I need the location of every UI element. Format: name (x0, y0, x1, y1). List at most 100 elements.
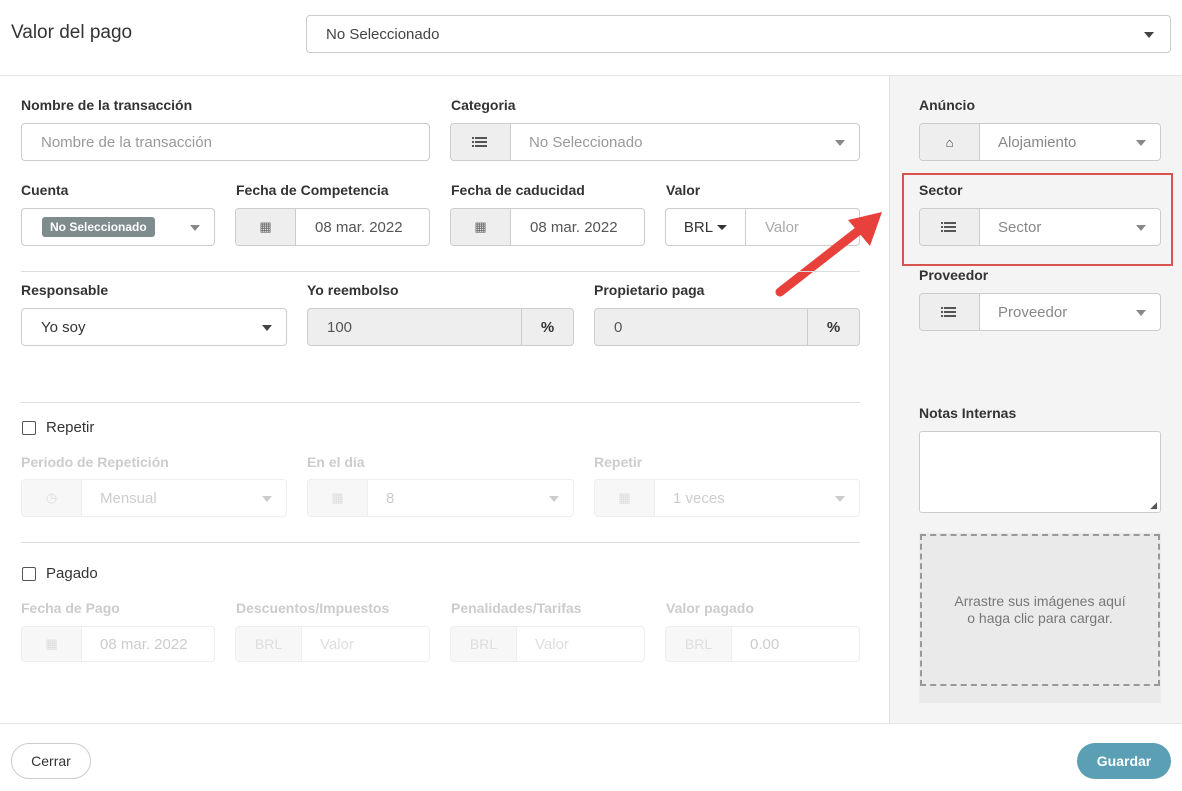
repetir-veces-label: Repetir (594, 454, 643, 470)
pagado-checkbox[interactable] (22, 566, 36, 581)
chevron-down-icon (835, 496, 845, 502)
anuncio-value: Alojamiento (998, 133, 1077, 151)
fecha-pago-value: 08 mar. 2022 (100, 635, 188, 653)
categoria-value: No Seleccionado (529, 133, 643, 151)
currency-addon: BRL (236, 627, 302, 661)
valor-pagado-input[interactable]: BRL 0.00 (665, 626, 860, 662)
anuncio-label: Anúncio (919, 97, 975, 113)
payment-value-select[interactable]: No Seleccionado (306, 15, 1171, 53)
cuenta-badge: No Seleccionado (42, 217, 155, 237)
sector-highlight-box (902, 173, 1173, 266)
responsable-select[interactable]: Yo soy (21, 308, 287, 346)
pagado-checkbox-row[interactable]: Pagado (22, 565, 98, 582)
anuncio-select[interactable]: ⌂ Alojamiento (919, 123, 1161, 161)
en-el-dia-value: 8 (386, 489, 395, 507)
periodo-value: Mensual (100, 489, 157, 507)
calendar-icon: ▦ (595, 480, 655, 516)
chevron-down-icon (262, 496, 272, 502)
chevron-down-icon (1136, 140, 1146, 146)
save-button[interactable]: Guardar (1077, 743, 1171, 779)
home-icon: ⌂ (920, 124, 980, 160)
cuenta-label: Cuenta (21, 182, 69, 198)
valor-pagado-value: 0.00 (750, 635, 780, 653)
notas-label: Notas Internas (919, 405, 1017, 421)
fecha-caducidad-input[interactable]: ▦ 08 mar. 2022 (450, 208, 645, 246)
proveedor-value: Proveedor (998, 303, 1068, 321)
descuentos-input[interactable]: BRL Valor (235, 626, 430, 662)
periodo-select[interactable]: ◷ Mensual (21, 479, 287, 517)
proveedor-select[interactable]: Proveedor (919, 293, 1161, 331)
propietario-paga-input[interactable]: 0 (595, 309, 807, 345)
calendar-icon: ▦ (236, 209, 296, 245)
chevron-down-icon (835, 140, 845, 146)
calendar-icon: ▦ (22, 627, 82, 661)
penalidades-input[interactable]: BRL Valor (450, 626, 645, 662)
page-title: Valor del pago (11, 22, 133, 43)
list-icon (451, 124, 511, 160)
propietario-paga-group: 0 % (594, 308, 860, 346)
dropzone-text: Arrastre sus imágenes aquí o haga clic p… (954, 593, 1126, 626)
fecha-pago-input[interactable]: ▦ 08 mar. 2022 (21, 626, 215, 662)
fecha-competencia-label: Fecha de Competencia (236, 182, 389, 198)
chevron-down-icon (190, 225, 200, 231)
section-divider (21, 542, 860, 543)
caret-down-icon (717, 224, 728, 230)
valor-pagado-label: Valor pagado (666, 600, 754, 616)
calendar-icon: ▦ (308, 480, 368, 516)
en-el-dia-label: En el día (307, 454, 365, 470)
chevron-down-icon (262, 325, 272, 331)
image-dropzone[interactable]: Arrastre sus imágenes aquí o haga clic p… (919, 533, 1161, 703)
repetir-checkbox[interactable] (22, 420, 36, 435)
chevron-down-icon (1144, 32, 1154, 38)
fecha-competencia-value: 08 mar. 2022 (315, 218, 403, 236)
repetir-veces-value: 1 veces (673, 489, 725, 507)
fecha-caducidad-label: Fecha de caducidad (451, 182, 585, 198)
percent-addon: % (521, 309, 573, 345)
currency-dropdown[interactable]: BRL (666, 209, 746, 245)
cuenta-select[interactable]: No Seleccionado (21, 208, 215, 246)
list-icon (920, 294, 980, 330)
repetir-veces-select[interactable]: ▦ 1 veces (594, 479, 860, 517)
fecha-competencia-input[interactable]: ▦ 08 mar. 2022 (235, 208, 430, 246)
responsable-label: Responsable (21, 282, 109, 298)
resize-handle-icon[interactable]: ◢ (1150, 500, 1157, 511)
fecha-pago-label: Fecha de Pago (21, 600, 120, 616)
penalidades-label: Penalidades/Tarifas (451, 600, 582, 616)
repetir-label: Repetir (46, 419, 95, 436)
percent-addon: % (807, 309, 859, 345)
currency-addon: BRL (451, 627, 517, 661)
close-button[interactable]: Cerrar (11, 743, 91, 779)
currency-value: BRL (683, 218, 714, 236)
periodo-label: Periodo de Repetición (21, 454, 169, 470)
calendar-icon: ▦ (451, 209, 511, 245)
notas-textarea[interactable]: ◢ (919, 431, 1161, 513)
en-el-dia-select[interactable]: ▦ 8 (307, 479, 574, 517)
pagado-label: Pagado (46, 565, 98, 582)
yo-reembolso-input[interactable]: 100 (308, 309, 521, 345)
responsable-value: Yo soy (41, 318, 86, 336)
chevron-down-icon (549, 496, 559, 502)
currency-addon: BRL (666, 627, 732, 661)
section-divider (21, 271, 860, 272)
section-divider (21, 402, 860, 403)
red-arrow-annotation (775, 212, 882, 297)
propietario-paga-label: Propietario paga (594, 282, 705, 298)
valor-label: Valor (666, 182, 701, 198)
nombre-placeholder: Nombre de la transacción (41, 133, 212, 151)
categoria-label: Categoria (451, 97, 516, 113)
repetir-checkbox-row[interactable]: Repetir (22, 419, 94, 436)
yo-reembolso-label: Yo reembolso (307, 282, 399, 298)
footer-divider (0, 723, 1182, 724)
penalidades-placeholder: Valor (535, 635, 569, 653)
proveedor-label: Proveedor (919, 267, 989, 283)
nombre-input[interactable]: Nombre de la transacción (21, 123, 430, 161)
payment-value-select-text: No Seleccionado (326, 25, 440, 43)
descuentos-placeholder: Valor (320, 635, 354, 653)
descuentos-label: Descuentos/Impuestos (236, 600, 390, 616)
yo-reembolso-group: 100 % (307, 308, 574, 346)
nombre-label: Nombre de la transacción (21, 97, 193, 113)
chevron-down-icon (1136, 310, 1146, 316)
clock-icon: ◷ (22, 480, 82, 516)
fecha-caducidad-value: 08 mar. 2022 (530, 218, 618, 236)
categoria-select[interactable]: No Seleccionado (450, 123, 860, 161)
